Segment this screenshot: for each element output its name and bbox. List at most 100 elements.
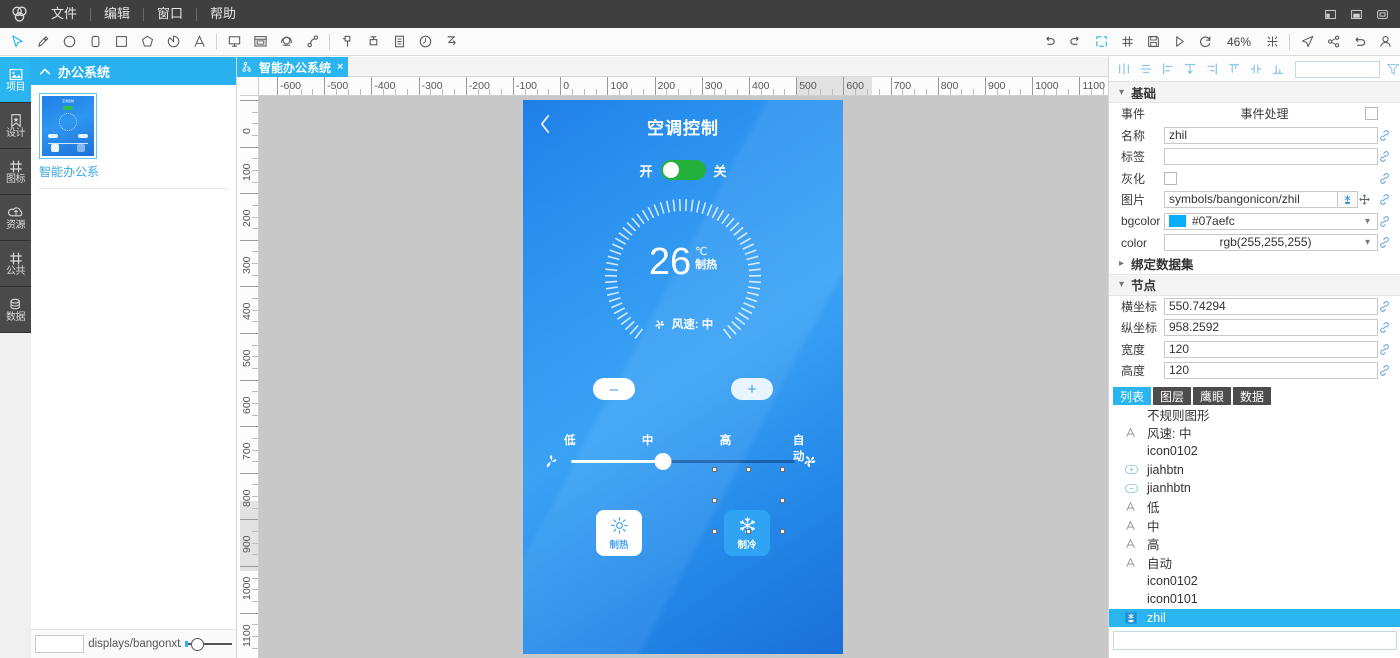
section-header-node[interactable]: ▾ 节点 [1109,274,1400,296]
pen-icon[interactable] [30,29,56,55]
meter-icon[interactable] [360,29,386,55]
polyline-icon[interactable] [299,29,325,55]
resize-handle-s[interactable] [746,529,751,534]
minimize-icon[interactable] [1318,2,1342,26]
tab-list[interactable]: 列表 [1113,387,1152,405]
y-coordinate-field[interactable]: 958.2592 [1164,319,1378,337]
layer-list-item[interactable]: · icon0102 [1109,442,1400,461]
width-field[interactable]: 120 [1164,340,1378,358]
tab-overview[interactable]: 鹰眼 [1193,387,1232,405]
layer-list-item[interactable]: · icon0101 [1109,590,1400,609]
image-path-field[interactable]: symbols/bangonicon/zhil [1164,191,1338,209]
link-icon[interactable] [1378,193,1400,206]
tab-smart-office[interactable]: 智能办公系统 × [237,57,349,77]
resize-handle-se[interactable] [780,529,785,534]
resize-handle-n[interactable] [746,467,751,472]
link-icon[interactable] [1378,150,1400,163]
maximize-icon[interactable] [1344,2,1368,26]
cloud-shape-icon[interactable] [273,29,299,55]
speed-label-high[interactable]: 高 [720,432,732,448]
undo-icon[interactable] [1037,29,1063,55]
redo-icon[interactable] [1063,29,1089,55]
menu-edit[interactable]: 编辑 [91,0,143,28]
layer-list-item[interactable]: · 不规则图形 [1109,405,1400,424]
zoom-slider[interactable] [184,635,232,653]
resize-handle-nw[interactable] [712,467,717,472]
filter-icon[interactable] [1386,62,1400,76]
align-center-horizontal-icon[interactable] [1135,58,1157,80]
menu-file[interactable]: 文件 [38,0,90,28]
name-field[interactable]: zhil [1164,126,1378,144]
layer-filter-input[interactable] [1113,631,1397,650]
project-item[interactable]: 空调控制 智能办公系 [39,93,99,180]
speed-label-low[interactable]: 低 [564,432,576,448]
layer-list-item[interactable]: 风速: 中 [1109,424,1400,443]
link-icon[interactable] [1378,300,1400,313]
revert-icon[interactable] [1346,29,1372,55]
send-icon[interactable] [1294,29,1320,55]
rail-item-project[interactable]: 项目 [0,57,31,103]
rail-item-symbol[interactable]: 图标 [0,149,31,195]
layer-list-item[interactable]: · icon0102 [1109,572,1400,591]
chevron-up-icon[interactable] [39,67,51,76]
project-panel-header[interactable]: 办公系统 [31,57,236,85]
phone-preview[interactable]: 空调控制 开 关 26 ℃ 制热 风速: 中 – + 低 中 高 自动 制热 制… [523,100,843,654]
selection-frame-icon[interactable] [1089,29,1115,55]
decrease-temp-button[interactable]: – [593,378,635,400]
design-canvas[interactable]: 空调控制 开 关 26 ℃ 制热 风速: 中 – + 低 中 高 自动 制热 制… [259,96,1108,658]
link-icon[interactable] [1378,129,1400,142]
x-coordinate-field[interactable]: 550.74294 [1164,297,1378,315]
horizontal-ruler[interactable]: -600 -500 -400 -300 -200 -100 0 100 200 300 400 500… [259,77,1108,96]
status-input[interactable] [35,635,85,653]
section-header-basic[interactable]: ▾ 基础 [1109,82,1400,103]
clock-icon[interactable] [412,29,438,55]
gauge-icon[interactable] [334,29,360,55]
resize-handle-sw[interactable] [712,529,717,534]
project-thumbnail[interactable]: 空调控制 [39,93,97,159]
vertical-ruler[interactable]: 0100200300400500600700800900100011001200 [240,96,259,658]
layer-list-item[interactable]: jianhbtn [1109,479,1400,498]
layer-list[interactable]: · 不规则图形风速: 中 · icon0102 jiahbtn jianhbtn 低中高自动… [1109,405,1400,627]
image-picker-icon[interactable] [1338,191,1358,209]
window-icon[interactable] [247,29,273,55]
rail-item-resource[interactable]: 资源 [0,195,31,241]
layer-list-item[interactable]: 自动 [1109,553,1400,572]
speed-label-mid[interactable]: 中 [642,432,654,448]
resize-handle-e[interactable] [780,498,785,503]
event-checkbox[interactable] [1365,107,1378,121]
display-icon[interactable] [221,29,247,55]
layer-list-item[interactable]: zhil [1109,608,1400,627]
close-icon[interactable]: × [336,61,344,73]
link-icon[interactable] [1378,172,1400,185]
restore-icon[interactable] [1370,2,1394,26]
menu-window[interactable]: 窗口 [144,0,196,28]
list-icon[interactable] [386,29,412,55]
color-swatch[interactable] [1169,215,1186,228]
link-icon[interactable] [1378,343,1400,356]
rail-item-public[interactable]: 公共 [0,241,31,287]
bgcolor-field[interactable]: #07aefc ▾ [1164,212,1378,230]
rounded-rect-icon[interactable] [82,29,108,55]
layer-list-item[interactable]: 中 [1109,516,1400,535]
square-icon[interactable] [108,29,134,55]
section-header-dataset[interactable]: ▸ 绑定数据集 [1109,253,1400,275]
move-icon[interactable] [1358,193,1378,206]
resize-handle-ne[interactable] [780,467,785,472]
height-field[interactable]: 120 [1164,362,1378,380]
chevron-down-icon[interactable]: ▾ [1362,214,1373,229]
rail-item-data[interactable]: 数据 [0,287,31,333]
speed-slider-knob[interactable] [654,453,672,470]
align-top-edge-icon[interactable] [1223,58,1245,80]
rail-item-design[interactable]: 设计 [0,103,31,149]
tag-field[interactable] [1164,148,1378,166]
link-icon[interactable] [1378,236,1400,249]
chevron-down-icon[interactable]: ▾ [1362,235,1373,250]
increase-temp-button[interactable]: + [731,378,773,400]
speed-slider[interactable] [571,452,795,470]
layer-list-item[interactable]: jiahbtn [1109,461,1400,480]
event-handler-label[interactable]: 事件处理 [1164,105,1365,122]
fit-icon[interactable] [1259,29,1285,55]
color-field[interactable]: rgb(255,255,255) ▾ [1164,234,1378,252]
refresh-icon[interactable] [1193,29,1219,55]
pie-icon[interactable] [160,29,186,55]
